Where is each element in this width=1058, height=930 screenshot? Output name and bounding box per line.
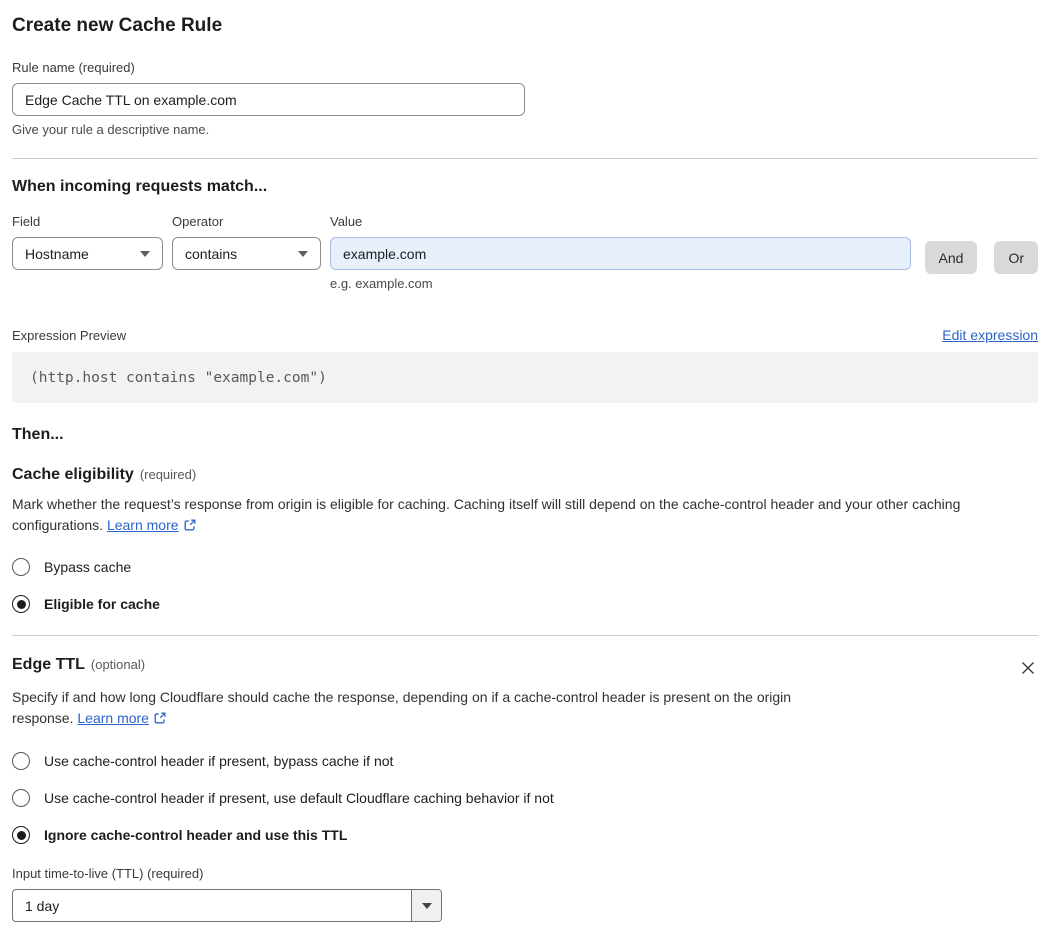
rule-name-hint: Give your rule a descriptive name. [12, 122, 210, 137]
close-icon[interactable] [1018, 658, 1038, 681]
edge-ttl-header-row: Edge TTL (optional) [12, 656, 1038, 681]
expression-preview-header: Expression Preview Edit expression [12, 327, 1038, 343]
value-column: Value e.g. example.com [330, 214, 911, 291]
edge-ttl-heading: Edge TTL [12, 656, 85, 673]
rule-name-input[interactable] [12, 83, 525, 116]
condition-buttons: And Or [911, 214, 1038, 274]
radio-option-ignore-header-ttl[interactable]: Ignore cache-control header and use this… [12, 826, 1038, 844]
or-button[interactable]: Or [994, 241, 1038, 274]
radio-icon[interactable] [12, 789, 30, 807]
then-heading: Then... [12, 426, 64, 443]
operator-select-value: contains [185, 245, 238, 262]
value-input[interactable] [330, 237, 911, 270]
radio-option-bypass-cache[interactable]: Bypass cache [12, 558, 1038, 576]
create-cache-rule-form: Create new Cache Rule Rule name (require… [0, 0, 1058, 930]
edit-expression-link[interactable]: Edit expression [942, 327, 1038, 343]
radio-icon[interactable] [12, 752, 30, 770]
cache-eligibility-description: Mark whether the request’s response from… [12, 494, 1038, 538]
radio-label: Bypass cache [44, 559, 132, 575]
cache-eligibility-learn-more-link[interactable]: Learn more [107, 517, 179, 533]
expression-code: (http.host contains "example.com") [30, 369, 327, 386]
operator-column: Operator contains [172, 214, 321, 270]
condition-row: Field Hostname Operator contains Value e… [12, 214, 1038, 291]
chevron-down-icon [298, 250, 308, 257]
expression-code-block: (http.host contains "example.com") [12, 352, 1038, 403]
chevron-down-icon [140, 250, 150, 257]
external-link-icon [183, 517, 197, 538]
divider [12, 158, 1038, 159]
edge-ttl-description: Specify if and how long Cloudflare shoul… [12, 687, 850, 731]
field-select-value: Hostname [25, 245, 89, 262]
page-title: Create new Cache Rule [12, 15, 223, 36]
field-label: Field [12, 214, 41, 229]
operator-select[interactable]: contains [172, 237, 321, 270]
radio-label: Use cache-control header if present, use… [44, 790, 554, 806]
divider [12, 635, 1038, 636]
cache-eligibility-heading: Cache eligibility [12, 466, 134, 483]
value-hint: e.g. example.com [330, 276, 433, 291]
radio-option-eligible-for-cache[interactable]: Eligible for cache [12, 595, 1038, 613]
edge-ttl-badge: (optional) [90, 657, 146, 672]
operator-label: Operator [172, 214, 224, 229]
external-link-icon [153, 710, 167, 731]
rule-name-label: Rule name (required) [12, 60, 135, 75]
ttl-label: Input time-to-live (TTL) (required) [12, 866, 204, 881]
radio-selected-icon[interactable] [12, 595, 30, 613]
radio-option-use-header-bypass[interactable]: Use cache-control header if present, byp… [12, 752, 1038, 770]
cache-eligibility-section: Cache eligibility (required) Mark whether… [12, 466, 1038, 613]
match-heading: When incoming requests match... [12, 178, 268, 195]
radio-label: Use cache-control header if present, byp… [44, 753, 394, 769]
field-column: Field Hostname [12, 214, 163, 270]
edge-ttl-learn-more-link[interactable]: Learn more [77, 710, 149, 726]
edge-ttl-heading-wrap: Edge TTL (optional) [12, 656, 145, 674]
cache-eligibility-badge: (required) [139, 467, 197, 482]
field-select[interactable]: Hostname [12, 237, 163, 270]
edge-ttl-section: Edge TTL (optional) Specify if and how lo… [12, 656, 1038, 922]
radio-label: Eligible for cache [44, 596, 160, 612]
radio-icon[interactable] [12, 558, 30, 576]
and-button[interactable]: And [924, 241, 978, 274]
radio-selected-icon[interactable] [12, 826, 30, 844]
radio-option-use-header-default[interactable]: Use cache-control header if present, use… [12, 789, 1038, 807]
radio-label: Ignore cache-control header and use this… [44, 827, 348, 843]
expression-preview-label: Expression Preview [12, 328, 127, 343]
value-label: Value [330, 214, 363, 229]
